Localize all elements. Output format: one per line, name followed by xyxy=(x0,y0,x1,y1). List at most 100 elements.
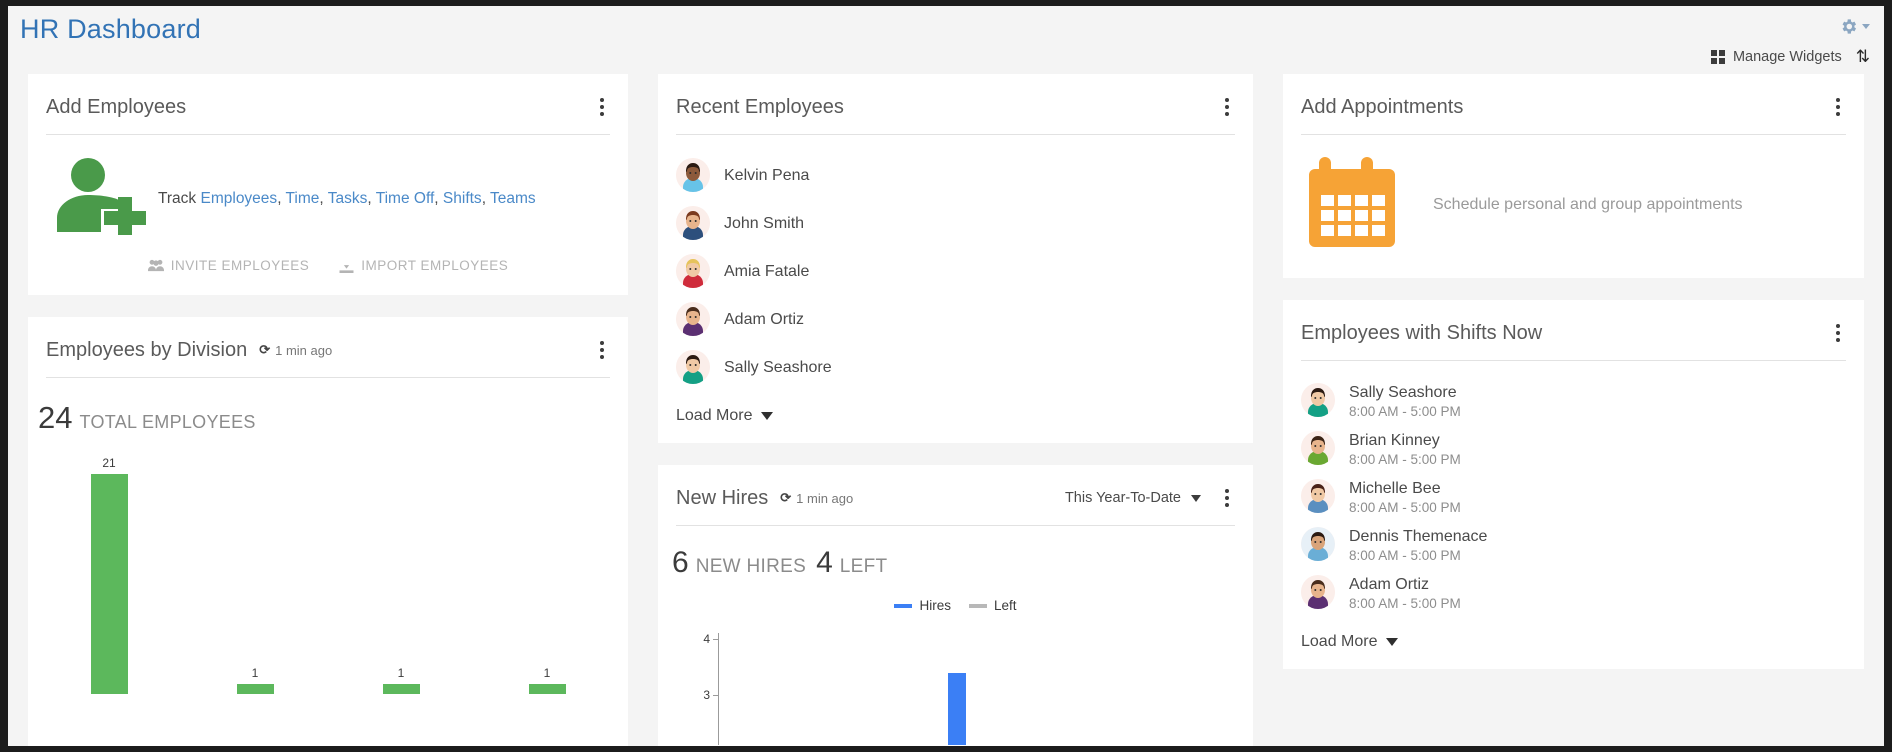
bar[interactable] xyxy=(382,684,420,694)
employee-name: Amia Fatale xyxy=(724,262,810,280)
list-item[interactable]: John Smith xyxy=(676,199,1235,247)
bar-value-label: 21 xyxy=(102,456,116,470)
bar[interactable] xyxy=(236,684,274,694)
chevron-down-icon xyxy=(1385,638,1398,646)
list-item[interactable]: Adam Ortiz 8:00 AM - 5:00 PM xyxy=(1301,569,1846,617)
card-header-actions xyxy=(594,339,610,361)
shift-time: 8:00 AM - 5:00 PM xyxy=(1349,548,1461,563)
sort-arrows-icon[interactable]: ⇅ xyxy=(1856,48,1870,65)
manage-widgets-button[interactable]: Manage Widgets xyxy=(1710,48,1842,65)
add-appointments-description: Schedule personal and group appointments xyxy=(1433,195,1743,213)
calendar-icon xyxy=(1305,157,1405,252)
card-header-actions: This Year-To-Date xyxy=(1065,487,1235,509)
new-hires-y-axis: 43 xyxy=(678,625,718,745)
list-item-text: Brian Kinney 8:00 AM - 5:00 PM xyxy=(1349,431,1461,467)
list-item[interactable]: Adam Ortiz xyxy=(676,295,1235,343)
list-item[interactable]: Sally Seashore 8:00 AM - 5:00 PM xyxy=(1301,377,1846,425)
y-axis-tick-mark xyxy=(713,695,718,696)
track-link-teams[interactable]: Teams xyxy=(490,190,536,207)
more-options-icon[interactable] xyxy=(1219,96,1235,118)
employee-name: Brian Kinney xyxy=(1349,432,1440,449)
employee-name: Adam Ortiz xyxy=(1349,576,1430,593)
track-links: Employees, Time, Tasks, Time Off, Shifts… xyxy=(200,189,536,207)
bar[interactable] xyxy=(528,684,566,694)
avatar xyxy=(676,206,710,240)
load-more-label: Load More xyxy=(676,407,753,424)
card-header: New Hires ⟳ 1 min ago This Year-To-Date xyxy=(658,465,1253,513)
shift-time: 8:00 AM - 5:00 PM xyxy=(1349,404,1461,419)
date-range-select[interactable]: This Year-To-Date xyxy=(1065,490,1201,506)
settings-caret-down-icon[interactable] xyxy=(1862,24,1870,29)
card-shifts-now: Employees with Shifts Now Sally Seashore… xyxy=(1283,300,1864,669)
employee-name: Adam Ortiz xyxy=(724,310,805,328)
bar[interactable] xyxy=(90,474,128,694)
load-more-recent-employees[interactable]: Load More xyxy=(658,395,1253,443)
widget-toolbar: Manage Widgets ⇅ xyxy=(1710,48,1870,65)
list-item[interactable]: Dennis Themenace 8:00 AM - 5:00 PM xyxy=(1301,521,1846,569)
settings-control[interactable] xyxy=(1839,17,1870,36)
bar-value-label: 1 xyxy=(397,666,405,680)
more-options-icon[interactable] xyxy=(594,96,610,118)
track-prefix: Track xyxy=(158,189,197,207)
card-header-actions xyxy=(1830,96,1846,118)
track-link-shifts[interactable]: Shifts xyxy=(443,190,482,207)
import-employees-button[interactable]: IMPORT EMPLOYEES xyxy=(339,258,508,273)
list-item-text: Dennis Themenace 8:00 AM - 5:00 PM xyxy=(1349,527,1487,563)
load-more-shifts[interactable]: Load More xyxy=(1283,621,1864,669)
refresh-status: ⟳ 1 min ago xyxy=(780,490,853,506)
list-item-text: Michelle Bee 8:00 AM - 5:00 PM xyxy=(1349,479,1461,515)
gear-icon[interactable] xyxy=(1839,17,1858,36)
avatar xyxy=(1301,431,1335,465)
card-title: Employees by Division xyxy=(46,338,248,361)
list-item[interactable]: Michelle Bee 8:00 AM - 5:00 PM xyxy=(1301,473,1846,521)
chevron-down-icon xyxy=(760,412,773,420)
shifts-now-list: Sally Seashore 8:00 AM - 5:00 PM Brian Kin… xyxy=(1283,361,1864,621)
date-range-value: This Year-To-Date xyxy=(1064,490,1181,506)
person-plus-icon xyxy=(52,157,148,240)
list-item-text: Adam Ortiz 8:00 AM - 5:00 PM xyxy=(1349,575,1461,611)
list-item[interactable]: Sally Seashore xyxy=(676,343,1235,391)
track-link-time-off[interactable]: Time Off xyxy=(376,190,435,207)
track-link-time[interactable]: Time xyxy=(286,190,320,207)
card-header-actions xyxy=(1830,322,1846,344)
refresh-icon[interactable]: ⟳ xyxy=(780,490,791,506)
import-employees-label: IMPORT EMPLOYEES xyxy=(361,258,509,273)
legend-entry[interactable]: Hires xyxy=(894,598,951,613)
refresh-status: ⟳ 1 min ago xyxy=(259,342,332,358)
list-item-text: Adam Ortiz xyxy=(724,310,804,329)
avatar xyxy=(676,254,710,288)
manage-widgets-label: Manage Widgets xyxy=(1732,48,1842,65)
list-item[interactable]: Amia Fatale xyxy=(676,247,1235,295)
card-header: Add Employees xyxy=(28,74,628,122)
list-item-text: Kelvin Pena xyxy=(724,166,809,185)
card-add-employees: Add Employees Track Employees, Time, Tas… xyxy=(28,74,628,295)
left-label: LEFT xyxy=(839,556,888,577)
refresh-icon[interactable]: ⟳ xyxy=(259,342,270,358)
more-options-icon[interactable] xyxy=(594,339,610,361)
recent-employees-list: Kelvin Pena John Smith Amia Fatale Adam Ort… xyxy=(658,135,1253,395)
new-hires-summary: 6 NEW HIRES 4 LEFT xyxy=(658,526,1253,580)
card-title: New Hires xyxy=(676,486,769,509)
list-item-text: Sally Seashore 8:00 AM - 5:00 PM xyxy=(1349,383,1461,419)
download-import-icon xyxy=(339,258,354,273)
legend-label: Hires xyxy=(919,598,951,613)
more-options-icon[interactable] xyxy=(1830,322,1846,344)
track-link-tasks[interactable]: Tasks xyxy=(328,190,368,207)
legend-entry[interactable]: Left xyxy=(968,598,1017,613)
list-item[interactable]: Kelvin Pena xyxy=(676,151,1235,199)
total-employees: 24 TOTAL EMPLOYEES xyxy=(28,378,628,436)
invite-employees-button[interactable]: INVITE EMPLOYEES xyxy=(147,258,310,273)
add-appointments-body: Schedule personal and group appointments xyxy=(1283,135,1864,278)
left-value: 4 xyxy=(816,546,833,579)
employee-name: Sally Seashore xyxy=(724,358,832,376)
more-options-icon[interactable] xyxy=(1219,487,1235,509)
new-hires-value: 6 xyxy=(672,546,689,579)
card-header: Add Appointments xyxy=(1283,74,1864,122)
y-axis-tick: 3 xyxy=(703,688,710,702)
list-item[interactable]: Brian Kinney 8:00 AM - 5:00 PM xyxy=(1301,425,1846,473)
load-more-label: Load More xyxy=(1301,633,1378,650)
track-link-employees[interactable]: Employees xyxy=(201,190,278,207)
more-options-icon[interactable] xyxy=(1830,96,1846,118)
new-hires-label: NEW HIRES xyxy=(695,556,807,577)
card-title: Add Appointments xyxy=(1301,95,1464,118)
